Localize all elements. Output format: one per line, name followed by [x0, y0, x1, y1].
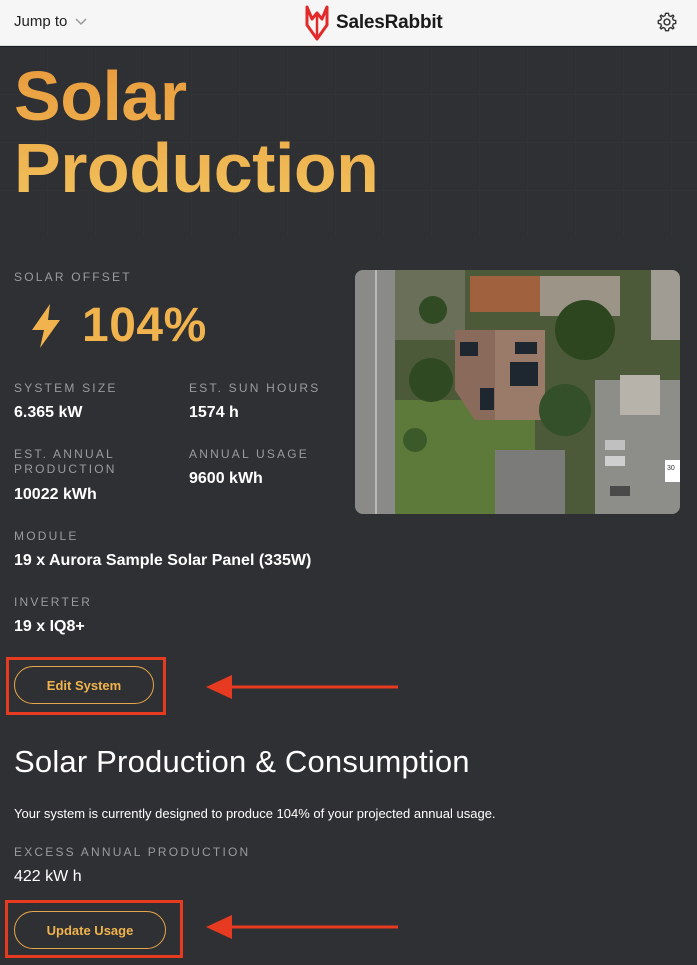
sun-hours-value: 1574 h — [189, 404, 239, 421]
chevron-down-icon — [75, 18, 87, 26]
arrow-left-icon — [206, 675, 398, 699]
solar-offset-label: SOLAR OFFSET — [14, 270, 132, 284]
satellite-imagery — [355, 270, 680, 514]
gear-icon[interactable] — [656, 11, 678, 33]
roof-satellite-map[interactable]: 30 — [355, 270, 680, 514]
rabbit-logo-icon — [305, 5, 329, 41]
jump-to-label: Jump to — [14, 13, 68, 30]
section-title: Solar Production & Consumption — [14, 744, 470, 779]
module-label: MODULE — [14, 529, 79, 543]
annual-usage-label: ANNUAL USAGE — [189, 447, 309, 461]
top-bar: Jump to SalesRabbit — [0, 0, 697, 46]
inverter-label: INVERTER — [14, 595, 93, 609]
solar-offset: 104% — [26, 298, 207, 353]
annual-production-label: EST. ANNUAL PRODUCTION — [14, 447, 117, 477]
inverter-value: 19 x IQ8+ — [14, 618, 85, 635]
annual-production-label-line-1: EST. ANNUAL — [14, 447, 115, 461]
brand-logo[interactable]: SalesRabbit — [304, 4, 443, 42]
solar-offset-value: 104% — [82, 299, 207, 352]
map-scale-label: 30 — [667, 465, 675, 472]
excess-production-label: EXCESS ANNUAL PRODUCTION — [14, 845, 251, 859]
sun-hours-label: EST. SUN HOURS — [189, 381, 321, 395]
lightning-bolt-icon — [32, 303, 60, 348]
system-size-label: SYSTEM SIZE — [14, 381, 118, 395]
update-usage-button[interactable]: Update Usage — [14, 911, 166, 949]
jump-to-dropdown[interactable]: Jump to — [14, 13, 87, 30]
edit-system-button[interactable]: Edit System — [14, 666, 154, 704]
system-size-value: 6.365 kW — [14, 404, 83, 421]
page-title-line-2: Production — [14, 129, 379, 207]
page-title: Solar Production — [14, 60, 378, 204]
module-value: 19 x Aurora Sample Solar Panel (335W) — [14, 552, 312, 569]
annual-usage-value: 9600 kWh — [189, 470, 263, 487]
arrow-left-icon — [206, 915, 398, 939]
excess-production-value: 422 kW h — [14, 868, 82, 885]
section-description: Your system is currently designed to pro… — [14, 806, 496, 821]
annual-production-label-line-2: PRODUCTION — [14, 462, 117, 476]
page-title-line-1: Solar — [14, 57, 187, 135]
annual-production-value: 10022 kWh — [14, 486, 97, 503]
brand-name: SalesRabbit — [336, 12, 443, 33]
